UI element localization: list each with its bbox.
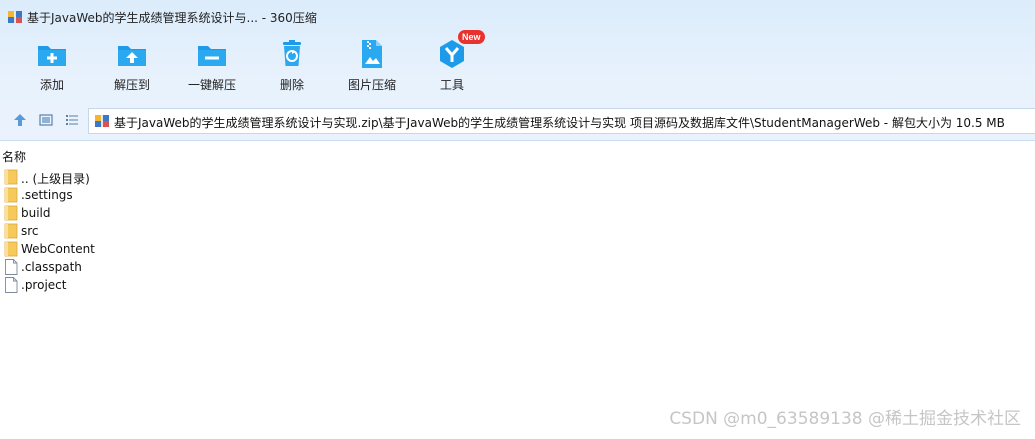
new-badge: New	[458, 30, 485, 44]
delete-label: 删除	[279, 78, 304, 92]
tools-button[interactable]: New 工具	[412, 30, 492, 96]
list-item-build[interactable]: build	[0, 204, 600, 222]
list-item-src[interactable]: src	[0, 222, 600, 240]
add-icon	[38, 46, 66, 66]
image-compress-label: 图片压缩	[347, 78, 396, 92]
image-compress-icon	[362, 40, 382, 68]
column-name-header[interactable]: 名称	[2, 148, 26, 165]
list-item-name: .. (上级目录)	[21, 172, 90, 186]
file-list: .. (上级目录) .settings build src WebContent…	[0, 168, 600, 294]
archive-app-icon	[8, 11, 22, 23]
list-item-name: .classpath	[21, 260, 82, 274]
list-item-name: WebContent	[21, 242, 95, 256]
top-panel: 基于JavaWeb的学生成绩管理系统设计与... - 360压缩 添加 解压到 …	[0, 0, 1035, 141]
list-item-project[interactable]: .project	[0, 276, 600, 294]
folder-icon	[4, 241, 18, 257]
list-item-name: src	[21, 224, 39, 238]
extract-to-icon	[118, 46, 146, 66]
image-compress-button[interactable]: 图片压缩	[332, 36, 412, 96]
folder-icon	[4, 169, 18, 185]
add-button[interactable]: 添加	[12, 36, 92, 96]
delete-button[interactable]: 删除	[252, 36, 332, 96]
toolbar: 添加 解压到 一键解压 删除 图片压缩 New 工具	[0, 30, 700, 96]
zip-archive-icon	[95, 115, 109, 127]
tools-label: 工具	[439, 78, 464, 92]
title-bar: 基于JavaWeb的学生成绩管理系统设计与... - 360压缩	[0, 0, 1035, 34]
view-thumbnail-icon[interactable]	[38, 112, 54, 128]
folder-icon	[4, 223, 18, 239]
app-window: 基于JavaWeb的学生成绩管理系统设计与... - 360压缩 添加 解压到 …	[0, 0, 1035, 439]
up-icon[interactable]	[12, 112, 28, 128]
navigation-bar: 基于JavaWeb的学生成绩管理系统设计与实现.zip\基于JavaWeb的学生…	[0, 106, 1035, 134]
file-icon	[5, 277, 18, 293]
one-click-extract-icon	[198, 46, 226, 66]
window-title: 基于JavaWeb的学生成绩管理系统设计与... - 360压缩	[27, 11, 317, 25]
folder-icon	[4, 205, 18, 221]
list-item-settings[interactable]: .settings	[0, 186, 600, 204]
list-item-name: .settings	[21, 188, 73, 202]
list-item-classpath[interactable]: .classpath	[0, 258, 600, 276]
list-item-name: build	[21, 206, 51, 220]
list-item-parent-directory[interactable]: .. (上级目录)	[0, 168, 600, 186]
archive-path: 基于JavaWeb的学生成绩管理系统设计与实现.zip\基于JavaWeb的学生…	[114, 116, 1005, 130]
extract-to-label: 解压到	[113, 78, 150, 92]
file-icon	[5, 259, 18, 275]
address-bar[interactable]: 基于JavaWeb的学生成绩管理系统设计与实现.zip\基于JavaWeb的学生…	[88, 108, 1035, 134]
extract-to-button[interactable]: 解压到	[92, 36, 172, 96]
view-list-icon[interactable]	[64, 112, 80, 128]
list-item-name: .project	[21, 278, 67, 292]
delete-icon	[283, 40, 301, 66]
folder-icon	[4, 187, 18, 203]
watermark: CSDN @m0_63589138 @稀土掘金技术社区	[669, 409, 1021, 429]
add-label: 添加	[39, 78, 64, 92]
list-header: 名称	[0, 144, 1035, 166]
list-item-webcontent[interactable]: WebContent	[0, 240, 600, 258]
one-click-extract-button[interactable]: 一键解压	[172, 36, 252, 96]
one-click-extract-label: 一键解压	[187, 78, 236, 92]
